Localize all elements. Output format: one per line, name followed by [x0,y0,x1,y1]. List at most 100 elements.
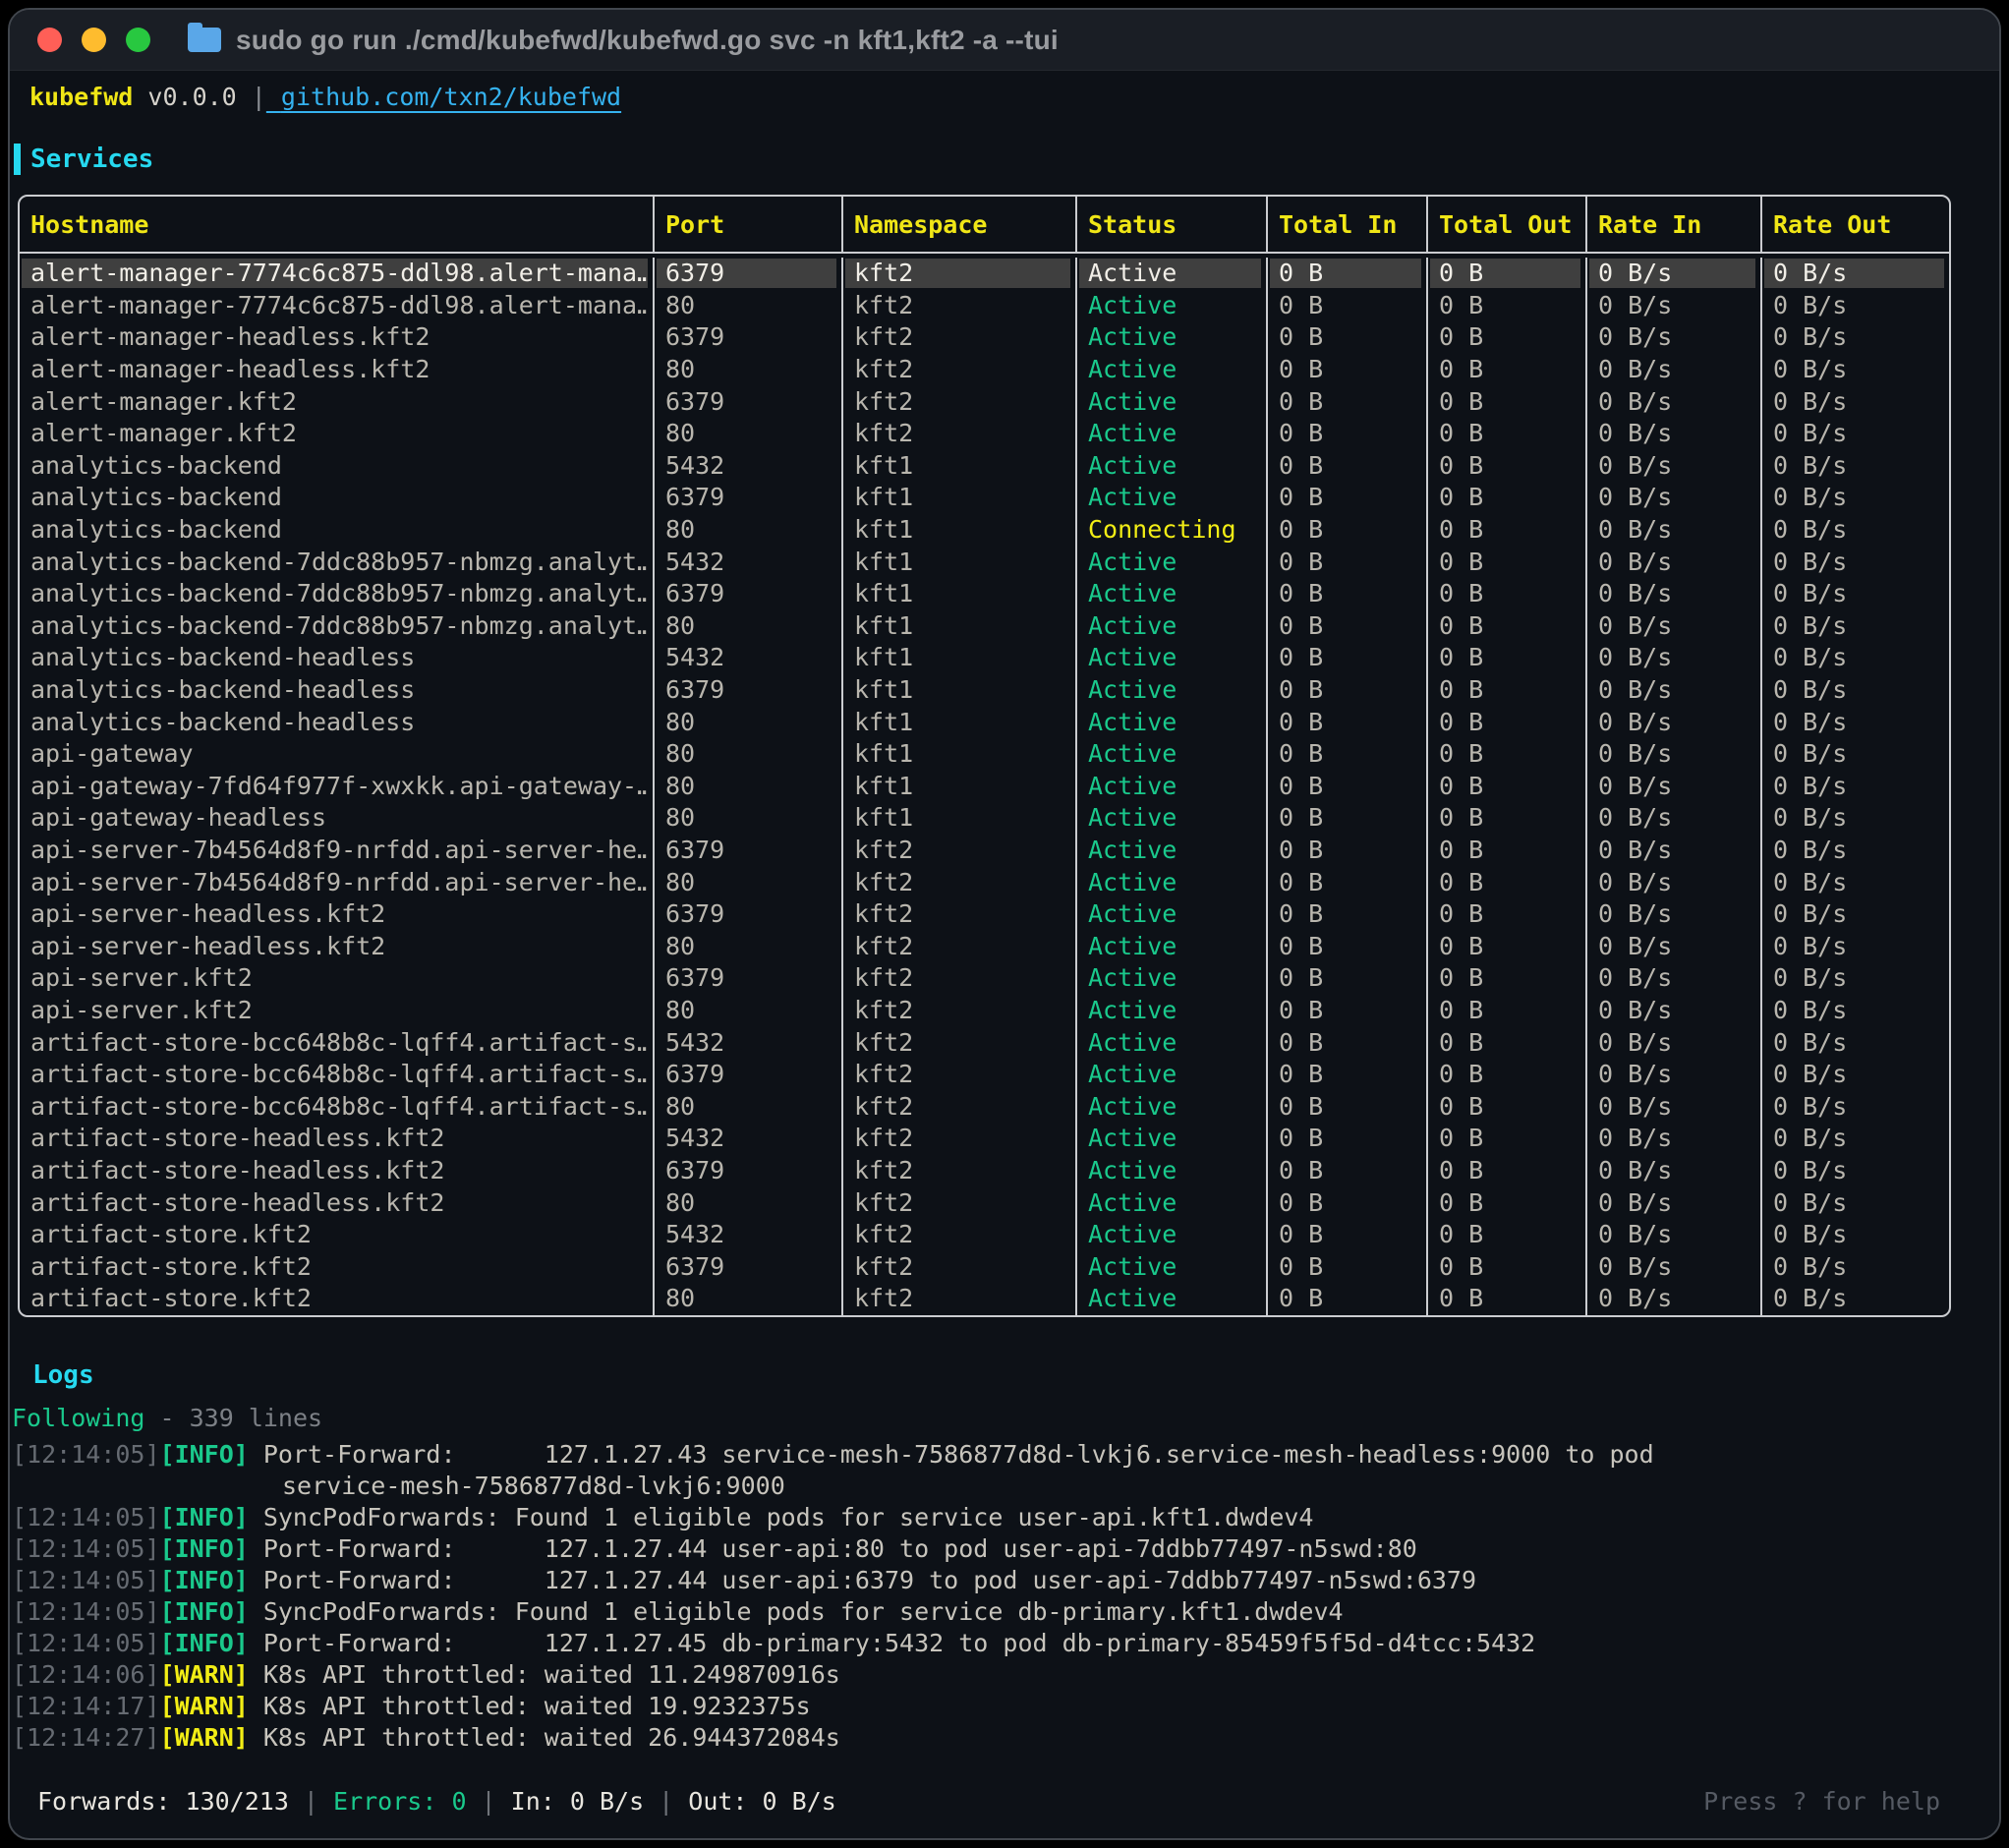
cell-rate-in: 0 B/s [1589,1188,1755,1218]
table-row[interactable]: analytics-backend 80 kft1 Connecting 0 B… [20,514,1949,547]
cell-rate-out: 0 B/s [1764,483,1944,512]
cell-namespace: kft2 [845,322,1070,352]
table-row[interactable]: analytics-backend 5432 kft1 Active 0 B 0… [20,450,1949,483]
zoom-button-icon[interactable] [126,28,150,52]
table-row[interactable]: analytics-backend-7ddc88b957-nbmzg.analy… [20,578,1949,610]
column-header-hostname[interactable]: Hostname [20,197,655,252]
table-row[interactable]: alert-manager-7774c6c875-ddl98.alert-man… [20,258,1949,290]
table-row[interactable]: alert-manager.kft2 6379 kft2 Active 0 B … [20,385,1949,418]
cell-hostname: artifact-store-bcc648b8c-lqff4.artifact-… [22,1092,648,1122]
cell-total-out: 0 B [1430,675,1580,705]
cell-rate-in: 0 B/s [1589,803,1755,833]
cell-status: Active [1079,675,1261,705]
column-header-rate-out[interactable]: Rate Out [1762,197,1949,252]
column-header-total-out[interactable]: Total Out [1428,197,1587,252]
cell-namespace: kft2 [845,836,1070,865]
cell-total-out: 0 B [1430,963,1580,993]
cell-rate-in: 0 B/s [1589,419,1755,448]
cell-total-in: 0 B [1270,932,1421,961]
cell-total-out: 0 B [1430,708,1580,737]
column-header-port[interactable]: Port [655,197,843,252]
services-section-header: Services [14,144,153,175]
close-button-icon[interactable] [37,28,62,52]
cell-port: 6379 [657,963,836,993]
column-header-namespace[interactable]: Namespace [843,197,1077,252]
log-level-badge: [INFO] [160,1566,249,1594]
table-row[interactable]: alert-manager-headless.kft2 6379 kft2 Ac… [20,321,1949,354]
cell-total-in: 0 B [1270,1028,1421,1058]
table-row[interactable]: api-server-headless.kft2 80 kft2 Active … [20,930,1949,962]
cell-namespace: kft1 [845,483,1070,512]
log-level-badge: [INFO] [160,1503,249,1531]
cell-total-out: 0 B [1430,322,1580,352]
cell-port: 80 [657,708,836,737]
cell-total-out: 0 B [1430,1252,1580,1282]
cell-total-out: 0 B [1430,1028,1580,1058]
log-level-badge: [INFO] [160,1597,249,1626]
table-row[interactable]: api-server.kft2 80 kft2 Active 0 B 0 B 0… [20,995,1949,1027]
table-row[interactable]: artifact-store.kft2 5432 kft2 Active 0 B… [20,1219,1949,1251]
cell-status: Active [1079,996,1261,1025]
table-row[interactable]: artifact-store-bcc648b8c-lqff4.artifact-… [20,1059,1949,1091]
cell-namespace: kft2 [845,996,1070,1025]
table-row[interactable]: analytics-backend-headless 5432 kft1 Act… [20,642,1949,674]
table-row[interactable]: artifact-store-headless.kft2 80 kft2 Act… [20,1186,1949,1219]
table-row[interactable]: alert-manager-7774c6c875-ddl98.alert-man… [20,290,1949,322]
cell-hostname: analytics-backend-headless [22,643,648,672]
cell-total-in: 0 B [1270,451,1421,481]
column-header-rate-in[interactable]: Rate In [1587,197,1762,252]
cell-namespace: kft2 [845,963,1070,993]
table-row[interactable]: api-server-7b4564d8f9-nrfdd.api-server-h… [20,866,1949,898]
table-row[interactable]: analytics-backend-7ddc88b957-nbmzg.analy… [20,610,1949,643]
cell-namespace: kft1 [845,451,1070,481]
cell-port: 80 [657,515,836,545]
table-row[interactable]: artifact-store-bcc648b8c-lqff4.artifact-… [20,1090,1949,1123]
table-row[interactable]: analytics-backend-headless 80 kft1 Activ… [20,706,1949,738]
cell-namespace: kft2 [845,291,1070,320]
table-row[interactable]: analytics-backend-headless 6379 kft1 Act… [20,674,1949,707]
cell-rate-in: 0 B/s [1589,1124,1755,1153]
cell-status: Active [1079,1252,1261,1282]
table-row[interactable]: artifact-store-headless.kft2 5432 kft2 A… [20,1123,1949,1155]
table-row[interactable]: artifact-store.kft2 80 kft2 Active 0 B 0… [20,1283,1949,1315]
log-level-badge: [WARN] [160,1660,249,1689]
table-row[interactable]: analytics-backend 6379 kft1 Active 0 B 0… [20,482,1949,514]
cell-status: Active [1079,291,1261,320]
log-line: [12:14:05][INFO]Port-Forward: 127.1.27.4… [12,1565,1989,1596]
cell-total-in: 0 B [1270,963,1421,993]
column-header-total-in[interactable]: Total In [1268,197,1428,252]
cell-status: Active [1079,963,1261,993]
column-header-status[interactable]: Status [1077,197,1268,252]
cell-hostname: api-server-headless.kft2 [22,899,648,929]
table-row[interactable]: artifact-store-headless.kft2 6379 kft2 A… [20,1155,1949,1187]
cell-rate-in: 0 B/s [1589,1060,1755,1089]
table-row[interactable]: alert-manager.kft2 80 kft2 Active 0 B 0 … [20,418,1949,450]
table-row[interactable]: artifact-store-bcc648b8c-lqff4.artifact-… [20,1026,1949,1059]
cell-port: 80 [657,1188,836,1218]
cell-status: Active [1079,579,1261,608]
table-row[interactable]: analytics-backend-7ddc88b957-nbmzg.analy… [20,546,1949,578]
cell-rate-in: 0 B/s [1589,996,1755,1025]
table-row[interactable]: artifact-store.kft2 6379 kft2 Active 0 B… [20,1250,1949,1283]
cell-namespace: kft2 [845,1252,1070,1282]
cell-status: Active [1079,1284,1261,1313]
minimize-button-icon[interactable] [82,28,106,52]
table-row[interactable]: api-gateway-7fd64f977f-xwxkk.api-gateway… [20,771,1949,803]
table-row[interactable]: api-server-headless.kft2 6379 kft2 Activ… [20,898,1949,931]
table-row[interactable]: api-gateway-headless 80 kft1 Active 0 B … [20,802,1949,835]
cell-port: 6379 [657,1156,836,1185]
header-separator: | [252,83,266,111]
cell-rate-in: 0 B/s [1589,1092,1755,1122]
in-rate: In: 0 B/s [511,1787,644,1816]
app-name: kubefwd [29,83,133,111]
log-timestamp: [12:14:05] [12,1534,160,1563]
table-row[interactable]: api-server.kft2 6379 kft2 Active 0 B 0 B… [20,962,1949,995]
table-row[interactable]: api-server-7b4564d8f9-nrfdd.api-server-h… [20,835,1949,867]
cell-total-out: 0 B [1430,932,1580,961]
cell-hostname: artifact-store-headless.kft2 [22,1124,648,1153]
github-link[interactable]: github.com/txn2/kubefwd [266,83,621,111]
services-table: Hostname Port Namespace Status Total In … [18,195,1951,1317]
table-row[interactable]: api-gateway 80 kft1 Active 0 B 0 B 0 B/s… [20,738,1949,771]
table-row[interactable]: alert-manager-headless.kft2 80 kft2 Acti… [20,354,1949,386]
cell-rate-out: 0 B/s [1764,548,1944,577]
